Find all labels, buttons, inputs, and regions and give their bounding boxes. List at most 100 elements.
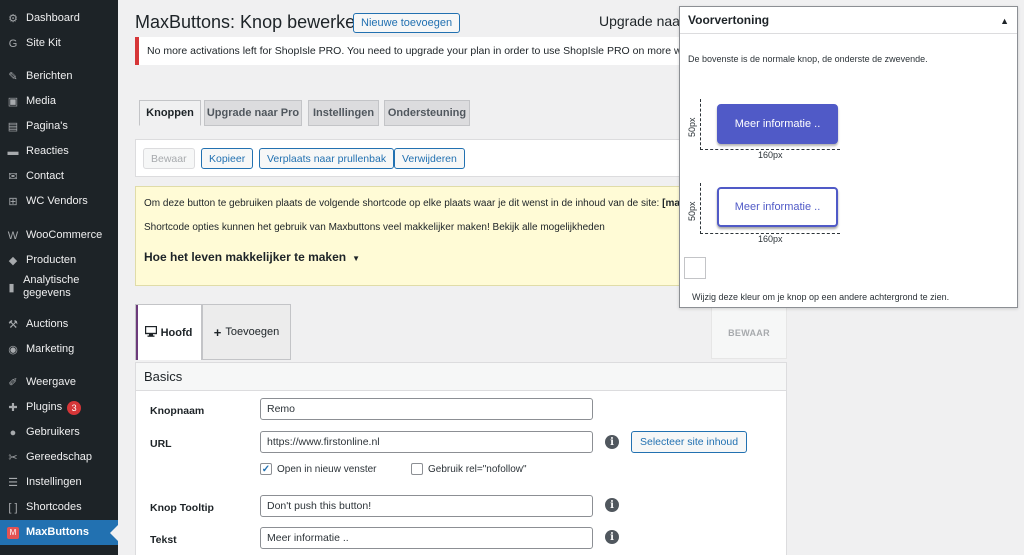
sidebar-item-label: Plugins [26, 401, 63, 413]
info-icon[interactable]: i [605, 530, 619, 544]
caret-down-icon: ▼ [352, 254, 361, 263]
add-new-button[interactable]: Nieuwe toevoegen [353, 13, 461, 33]
select-site-content-button[interactable]: Selecteer site inhoud [631, 431, 748, 453]
sidebar-item-media[interactable]: ▣ Media [0, 89, 118, 114]
pin-icon: ✎ [8, 71, 18, 83]
width-label: 160px [758, 234, 783, 244]
product-icon: ◆ [8, 255, 18, 267]
url-label: URL [150, 438, 172, 450]
shortcode-instructions: Om deze button te gebruiken plaats de vo… [144, 198, 694, 209]
delete-button[interactable]: Verwijderen [394, 148, 465, 169]
checkbox-empty-icon [411, 463, 423, 475]
preview-normal-button[interactable]: Meer informatie .. [717, 104, 838, 144]
sidebar-item-label: Site Kit [26, 37, 61, 49]
sitekit-icon: G [8, 37, 18, 50]
page-title: MaxButtons: Knop bewerker [135, 12, 362, 32]
tab-support[interactable]: Ondersteuning [384, 100, 470, 126]
sidebar-item-dashboard[interactable]: ⚙ Dashboard [0, 6, 118, 31]
dashboard-icon: ⚙ [8, 13, 18, 25]
nofollow-checkbox[interactable]: Gebruik rel="nofollow" [411, 463, 527, 475]
copy-button[interactable]: Kopieer [201, 148, 254, 169]
admin-sidebar: ⚙ Dashboard G Site Kit ✎ Berichten ▣ Media ▤ Pagi… [0, 0, 118, 555]
tooltip-input[interactable] [260, 495, 593, 517]
save-button[interactable]: Bewaar [143, 148, 195, 169]
license-notice-text: No more activations left for ShopIsle PR… [147, 45, 695, 57]
plugin-icon: ✚ [8, 402, 18, 414]
button-name-input[interactable] [260, 398, 593, 420]
url-input[interactable] [260, 431, 593, 453]
sidebar-item-analytische-gegevens[interactable]: ▮ Analytische gegevens [0, 272, 118, 302]
sidebar-item-instellingen[interactable]: ☰ Instellingen [0, 470, 118, 495]
preview-panel: Voorvertoning ▲ De bovenste is de normal… [679, 6, 1018, 308]
shortcode-help-label: Hoe het leven makkelijker te maken [144, 250, 347, 264]
sidebar-item-label: Reacties [26, 145, 69, 157]
trash-button[interactable]: Verplaats naar prullenbak [259, 148, 395, 169]
sidebar-item-label: Producten [26, 254, 77, 266]
maxbuttons-icon: M [7, 526, 19, 539]
background-color-swatch[interactable] [684, 257, 706, 279]
sidebar-item-label: Analytische gegevens [23, 274, 80, 299]
update-count-badge: 3 [67, 400, 82, 415]
text-label: Tekst [150, 534, 177, 546]
preview-title: Voorvertoning [688, 13, 770, 27]
upgrade-link[interactable]: Upgrade naar [599, 13, 685, 29]
sidebar-item-maxbuttons[interactable]: M MaxButtons [0, 520, 118, 545]
megaphone-icon: ◉ [8, 344, 18, 356]
sidebar-item-plugins[interactable]: ✚ Plugins 3 [0, 395, 118, 420]
sidebar-item-label: Dashboard [26, 12, 80, 24]
shortcode-box: Om deze button te gebruiken plaats de vo… [135, 186, 695, 286]
sidebar-item-label: MaxButtons [26, 526, 89, 538]
sidebar-item-pagina-s[interactable]: ▤ Pagina's [0, 114, 118, 139]
sidebar-item-reacties[interactable]: ▬ Reacties [0, 139, 118, 164]
text-input[interactable] [260, 527, 593, 549]
sidebar-item-label: Media [26, 95, 56, 107]
sidebar-item-berichten[interactable]: ✎ Berichten [0, 64, 118, 89]
tab-upgrade[interactable]: Upgrade naar Pro [204, 100, 302, 126]
sidebar-item-label: WC Vendors [26, 195, 88, 207]
shortcode-help-toggle[interactable]: Hoe het leven makkelijker te maken ▼ [144, 250, 360, 264]
plus-icon: + [213, 324, 222, 340]
tab-settings[interactable]: Instellingen [308, 100, 379, 126]
info-icon[interactable]: i [605, 435, 619, 449]
action-bar: Bewaar Kopieer Verplaats naar prullenbak… [135, 139, 695, 177]
tab-buttons[interactable]: Knoppen [139, 100, 201, 126]
sidebar-item-contact[interactable]: ✉ Contact [0, 164, 118, 189]
preview-description: De bovenste is de normale knop, de onder… [688, 54, 928, 64]
woocommerce-icon: W [7, 229, 19, 242]
info-icon[interactable]: i [605, 498, 619, 512]
brush-icon: ✐ [8, 377, 18, 389]
sidebar-item-producten[interactable]: ◆ Producten [0, 248, 118, 273]
wrench-icon: ✂ [8, 452, 18, 464]
preview-hover-button[interactable]: Meer informatie .. [717, 187, 838, 227]
checkbox-checked-icon: ✓ [260, 463, 272, 475]
editor-tab-add-label: Toevoegen [225, 326, 280, 338]
sidebar-item-wc-vendors[interactable]: ⊞ WC Vendors [0, 189, 118, 214]
sidebar-item-gereedschap[interactable]: ✂ Gereedschap [0, 445, 118, 470]
editor-tab-main[interactable]: Hoofd [135, 304, 202, 360]
license-notice: No more activations left for ShopIsle PR… [135, 37, 695, 65]
chart-icon: ▮ [8, 281, 15, 294]
swatch-help-text: Wijzig deze kleur om je knop op een ande… [692, 292, 950, 302]
button-name-label: Knopnaam [150, 405, 205, 417]
height-label: 50px [687, 201, 697, 221]
sidebar-item-woocommerce[interactable]: W WooCommerce [0, 223, 118, 248]
sidebar-item-label: Pagina's [26, 120, 68, 132]
save-button-secondary[interactable]: BEWAAR [711, 307, 787, 359]
sidebar-item-label: Gebruikers [26, 426, 80, 438]
collapse-icon[interactable]: ▲ [1000, 16, 1009, 26]
sidebar-item-site-kit[interactable]: G Site Kit [0, 31, 118, 56]
editor-tab-add[interactable]: + Toevoegen [202, 304, 291, 360]
brackets-icon: [ ] [8, 501, 18, 514]
sidebar-item-gebruikers[interactable]: ● Gebruikers [0, 420, 118, 445]
new-window-checkbox[interactable]: ✓ Open in nieuw venster [260, 463, 377, 475]
user-icon: ● [9, 426, 17, 439]
sidebar-item-label: Marketing [26, 343, 75, 355]
height-label: 50px [687, 117, 697, 137]
sidebar-item-weergave[interactable]: ✐ Weergave [0, 370, 118, 395]
sidebar-item-label: Gereedschap [26, 451, 93, 463]
sidebar-item-marketing[interactable]: ◉ Marketing [0, 337, 118, 362]
settings-icon: ☰ [8, 477, 18, 489]
sidebar-item-shortcodes[interactable]: [ ] Shortcodes [0, 495, 118, 520]
sidebar-item-label: Instellingen [26, 476, 82, 488]
sidebar-item-auctions[interactable]: ⚒ Auctions [0, 312, 118, 337]
